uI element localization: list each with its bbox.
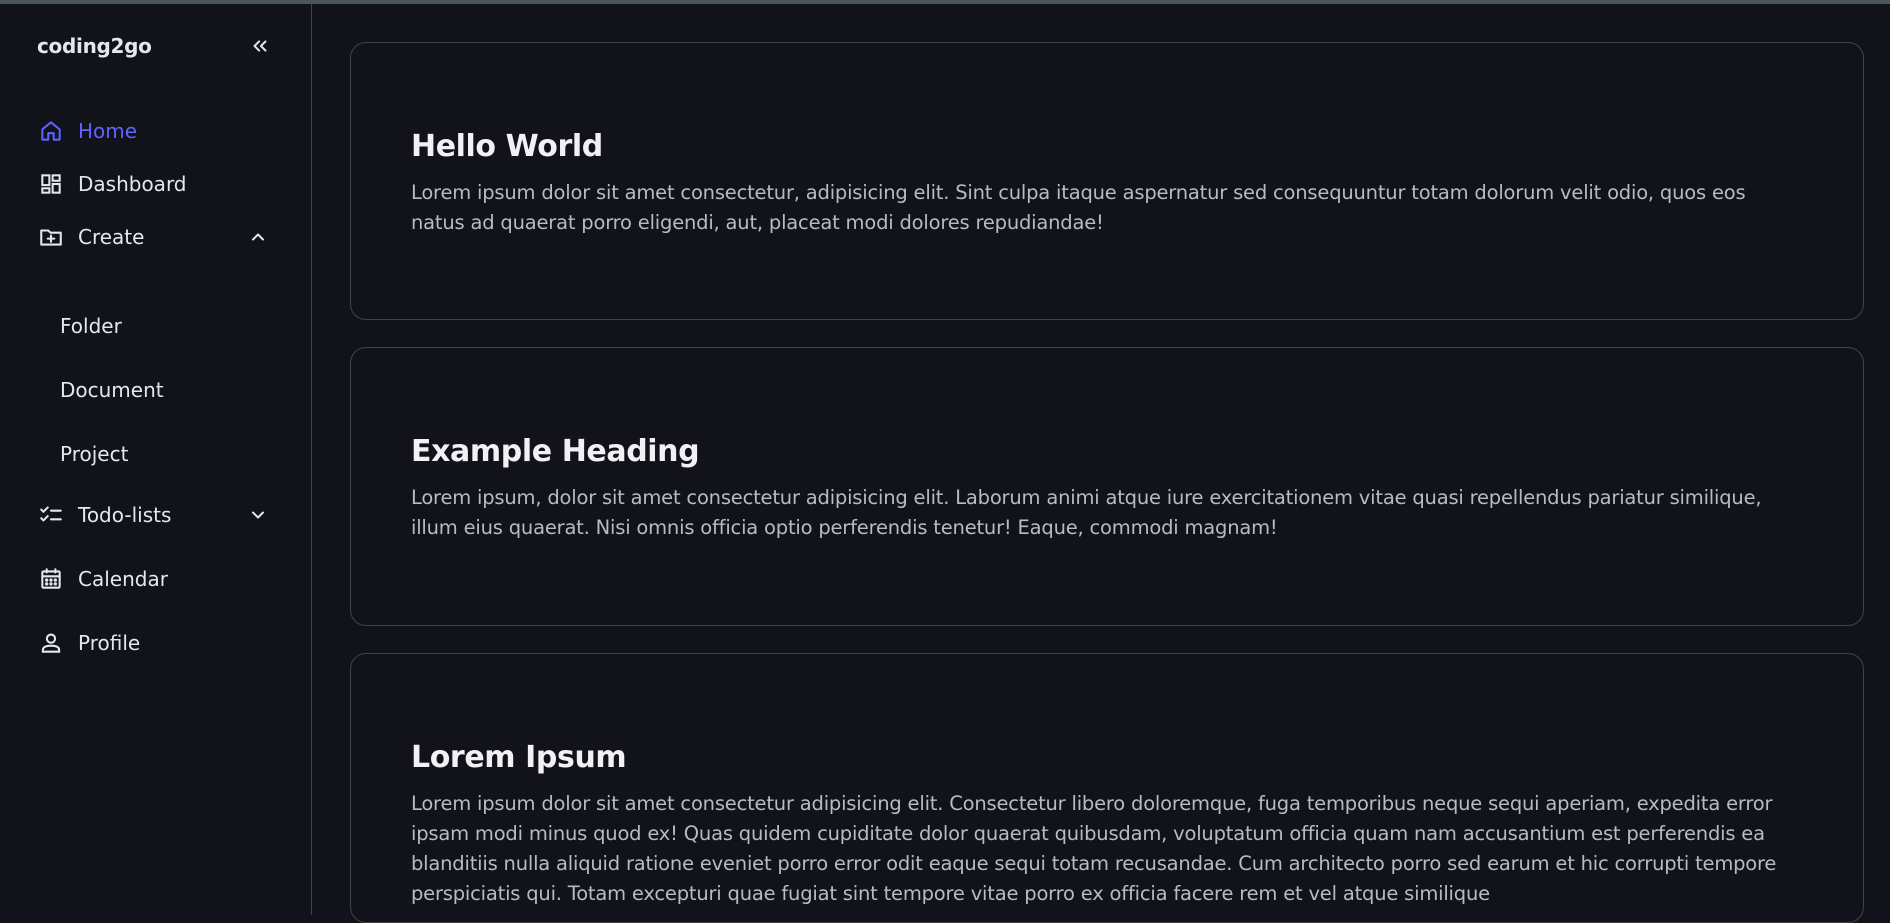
content-card: Example Heading Lorem ipsum, dolor sit a… (350, 347, 1864, 626)
checklist-icon (24, 489, 78, 541)
sidebar-item-label: Profile (78, 631, 141, 655)
sidebar-item-label: Calendar (78, 567, 168, 591)
sidebar-item-label: Dashboard (78, 172, 187, 196)
sidebar-subitem-document[interactable]: Document (60, 366, 284, 414)
chevron-up-icon[interactable] (246, 225, 270, 249)
sidebar-item-label: Home (78, 119, 138, 143)
chevron-down-icon[interactable] (246, 503, 270, 527)
card-body: Lorem ipsum dolor sit amet consectetur, … (411, 181, 1746, 234)
card-body: Lorem ipsum dolor sit amet consectetur a… (411, 792, 1777, 905)
card-heading: Lorem Ipsum (411, 740, 627, 775)
sidebar-subitem-project[interactable]: Project (60, 430, 284, 478)
sidebar-subitem-label: Document (60, 378, 164, 402)
sidebar-subitem-folder[interactable]: Folder (60, 302, 284, 350)
sidebar-item-calendar[interactable]: Calendar (24, 553, 284, 605)
brand-logo[interactable]: coding2go (37, 34, 152, 58)
folder-plus-icon (24, 211, 78, 263)
content-card: Hello World Lorem ipsum dolor sit amet c… (350, 42, 1864, 320)
sidebar-item-profile[interactable]: Profile (24, 617, 284, 669)
sidebar-subitem-label: Project (60, 442, 129, 466)
calendar-icon (24, 553, 78, 605)
dashboard-icon (24, 158, 78, 210)
card-body: Lorem ipsum, dolor sit amet consectetur … (411, 486, 1762, 539)
sidebar-item-label: Todo-lists (78, 503, 172, 527)
home-icon (24, 105, 78, 157)
sidebar-item-dashboard[interactable]: Dashboard (24, 158, 284, 210)
content-card: Lorem Ipsum Lorem ipsum dolor sit amet c… (350, 653, 1864, 923)
card-heading: Hello World (411, 129, 603, 164)
card-heading: Example Heading (411, 434, 700, 469)
person-icon (24, 617, 78, 669)
sidebar-subitem-label: Folder (60, 314, 122, 338)
sidebar-item-create[interactable]: Create (24, 211, 284, 263)
sidebar-item-label: Create (78, 225, 145, 249)
main-content: Hello World Lorem ipsum dolor sit amet c… (313, 4, 1890, 923)
double-chevron-left-icon (253, 40, 267, 52)
sidebar-item-home[interactable]: Home (24, 105, 284, 157)
sidebar: coding2go Home Dashboard Create Folder D… (0, 4, 312, 915)
collapse-sidebar-button[interactable] (246, 32, 274, 60)
sidebar-item-todo-lists[interactable]: Todo-lists (24, 489, 284, 541)
